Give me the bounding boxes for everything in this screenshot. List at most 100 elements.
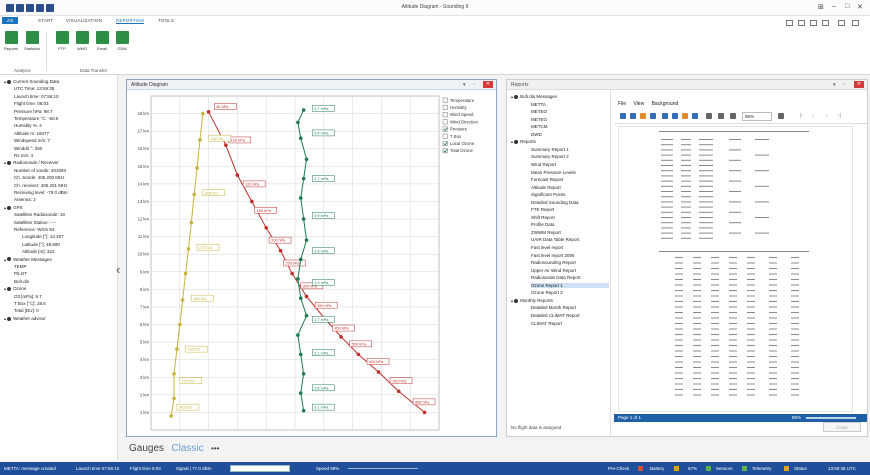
- legend-checkbox[interactable]: [442, 133, 448, 139]
- tree-item[interactable]: Winddir °: 250: [14, 146, 42, 151]
- next-page-icon[interactable]: ›: [826, 113, 828, 119]
- tab-reporting[interactable]: REPORTING: [116, 18, 145, 24]
- tree-item[interactable]: O3 [mPa]: 5.7: [14, 294, 42, 299]
- maximize-icon[interactable]: □: [845, 3, 849, 10]
- report-item[interactable]: Summary Report 1: [531, 147, 569, 152]
- menu-background[interactable]: Background: [652, 101, 679, 107]
- report-item[interactable]: ZWWM Report: [531, 230, 561, 235]
- report-item[interactable]: Fast level report: [531, 245, 563, 250]
- layout-icon[interactable]: [852, 20, 859, 26]
- reports-button[interactable]: Reports: [3, 31, 19, 51]
- tree-item[interactable]: Humidity %: 4: [14, 123, 42, 128]
- menu-file[interactable]: File: [618, 101, 626, 107]
- report-item[interactable]: Profile Data: [531, 222, 555, 227]
- tree-item[interactable]: Longitude [°]: 13.207: [22, 234, 64, 239]
- report-item[interactable]: Radiosonde Data Report: [531, 275, 581, 280]
- report-item[interactable]: Shift Report: [531, 215, 555, 220]
- zoom-select[interactable]: 85%: [742, 112, 772, 121]
- tab-tools[interactable]: TOOLS: [158, 18, 174, 23]
- report-item[interactable]: Fast level report 2006: [531, 253, 575, 258]
- report-item[interactable]: Altitude Report: [531, 185, 561, 190]
- tree-item[interactable]: Number of sonde: 401093: [14, 168, 66, 173]
- tree-item[interactable]: Total [DU]: 0: [14, 308, 39, 313]
- legend-checkbox[interactable]: [442, 97, 448, 103]
- tree-node[interactable]: ▴ GPS: [4, 205, 23, 210]
- report-item[interactable]: METEO: [531, 109, 547, 114]
- tree-item[interactable]: Pressure hPa: 98.7: [14, 109, 53, 114]
- close-panel-icon[interactable]: ✕: [483, 81, 493, 88]
- tab-start[interactable]: START: [38, 18, 53, 23]
- more-tabs-button[interactable]: •••: [211, 444, 219, 453]
- report-item[interactable]: FTE Report: [531, 207, 554, 212]
- tree-item[interactable]: Antenna: 2: [14, 197, 36, 202]
- zoom-slider[interactable]: [806, 417, 856, 419]
- report-item[interactable]: Detailed Sounding Data: [531, 200, 579, 205]
- report-item[interactable]: Upper Air Wind Report: [531, 268, 576, 273]
- tree-item[interactable]: Ch. receiver: 405.201 MHz: [14, 183, 68, 188]
- legend-checkbox[interactable]: [442, 104, 448, 110]
- report-item[interactable]: UAIR Data Table Report: [531, 237, 579, 242]
- tab-gauges[interactable]: Gauges: [129, 443, 164, 454]
- report-group[interactable]: ▴ Bufr.dis Messages: [511, 94, 557, 99]
- maximize-panel-icon[interactable]: ▫: [473, 82, 475, 88]
- tree-item[interactable]: TEMP: [14, 264, 27, 269]
- close-button[interactable]: Close: [823, 422, 861, 432]
- tree-item[interactable]: Satellites Station: ----: [14, 220, 56, 225]
- report-item[interactable]: Summary Report 2: [531, 154, 569, 159]
- tree-item[interactable]: T Box [°C]: 28.6: [14, 301, 46, 306]
- email-button[interactable]: Email: [94, 31, 110, 51]
- speed-slider[interactable]: [348, 468, 418, 469]
- statistics-button[interactable]: Statistics: [24, 31, 40, 51]
- open-icon[interactable]: [640, 113, 646, 119]
- tree-node[interactable]: ▴ Weather advisor: [4, 316, 46, 321]
- report-item[interactable]: METEO: [531, 117, 547, 122]
- report-item[interactable]: Wind Report: [531, 162, 556, 167]
- report-item[interactable]: METTA: [531, 102, 546, 107]
- layout-icon[interactable]: [822, 20, 829, 26]
- last-page-icon[interactable]: ›|: [838, 113, 841, 119]
- maximize-panel-icon[interactable]: ▫: [843, 82, 845, 88]
- page-setup-icon[interactable]: [682, 113, 688, 119]
- tree-item[interactable]: Altitude [m]: 322: [22, 249, 55, 254]
- legend-checkbox[interactable]: [442, 112, 448, 118]
- export-icon[interactable]: [662, 113, 668, 119]
- close-icon[interactable]: ✕: [857, 3, 863, 11]
- report-item[interactable]: Ozone Report 2: [531, 290, 563, 295]
- pin-icon[interactable]: ▾: [833, 82, 836, 88]
- report-group[interactable]: ▴ Monthly Reports: [511, 298, 553, 303]
- layout-icon[interactable]: [838, 20, 845, 26]
- tree-item[interactable]: Temperature °C: -50.6: [14, 116, 58, 121]
- search-icon[interactable]: [706, 113, 712, 119]
- pin-icon[interactable]: ▾: [463, 82, 466, 88]
- report-group[interactable]: ▴ Reports: [511, 139, 536, 144]
- tree-item[interactable]: Bufr.dis: [14, 279, 29, 284]
- layout-icon[interactable]: [810, 20, 817, 26]
- save-icon[interactable]: [650, 113, 656, 119]
- collapse-panel-icon[interactable]: ‹: [116, 262, 120, 277]
- tab-visualization[interactable]: VISUALIZATION: [66, 18, 102, 23]
- report-item[interactable]: Radiosounding Report: [531, 260, 576, 265]
- tree-item[interactable]: Launch time: 07:56:10: [14, 94, 59, 99]
- tree-item[interactable]: PILOT: [14, 271, 27, 276]
- tree-node[interactable]: ▴ Current Sounding Data: [4, 79, 59, 84]
- tree-item[interactable]: Altitude m: 16077: [14, 131, 49, 136]
- report-item[interactable]: DWD: [531, 132, 542, 137]
- layout-icon[interactable]: [798, 20, 805, 26]
- previous-page-icon[interactable]: ‹: [812, 113, 814, 119]
- tree-item[interactable]: Latitude [°]: 48.690: [22, 242, 60, 247]
- tree-item[interactable]: Windspeed m/s: 7: [14, 138, 50, 143]
- ftp-button[interactable]: FTP: [54, 31, 70, 51]
- zoom-in-icon[interactable]: [778, 113, 784, 119]
- report-item[interactable]: METCM: [531, 124, 548, 129]
- layout-icon[interactable]: [786, 20, 793, 26]
- tree-item[interactable]: Rs m/s: 4: [14, 153, 33, 158]
- menu-view[interactable]: View: [633, 101, 644, 107]
- tree-node[interactable]: ▴ Weather Messages: [4, 257, 52, 262]
- tree-node[interactable]: ▴ Radiosonde / Receiver: [4, 160, 59, 165]
- report-item[interactable]: Mean Pressure Levels: [531, 170, 576, 175]
- tree-item[interactable]: Satellites Radiosonde: 10: [14, 212, 65, 217]
- report-item[interactable]: Forecast Report: [531, 177, 563, 182]
- gdm-button[interactable]: GDM: [114, 31, 130, 51]
- zoom-in-icon[interactable]: [730, 113, 736, 119]
- tree-item[interactable]: Reference: WGS 84: [14, 227, 54, 232]
